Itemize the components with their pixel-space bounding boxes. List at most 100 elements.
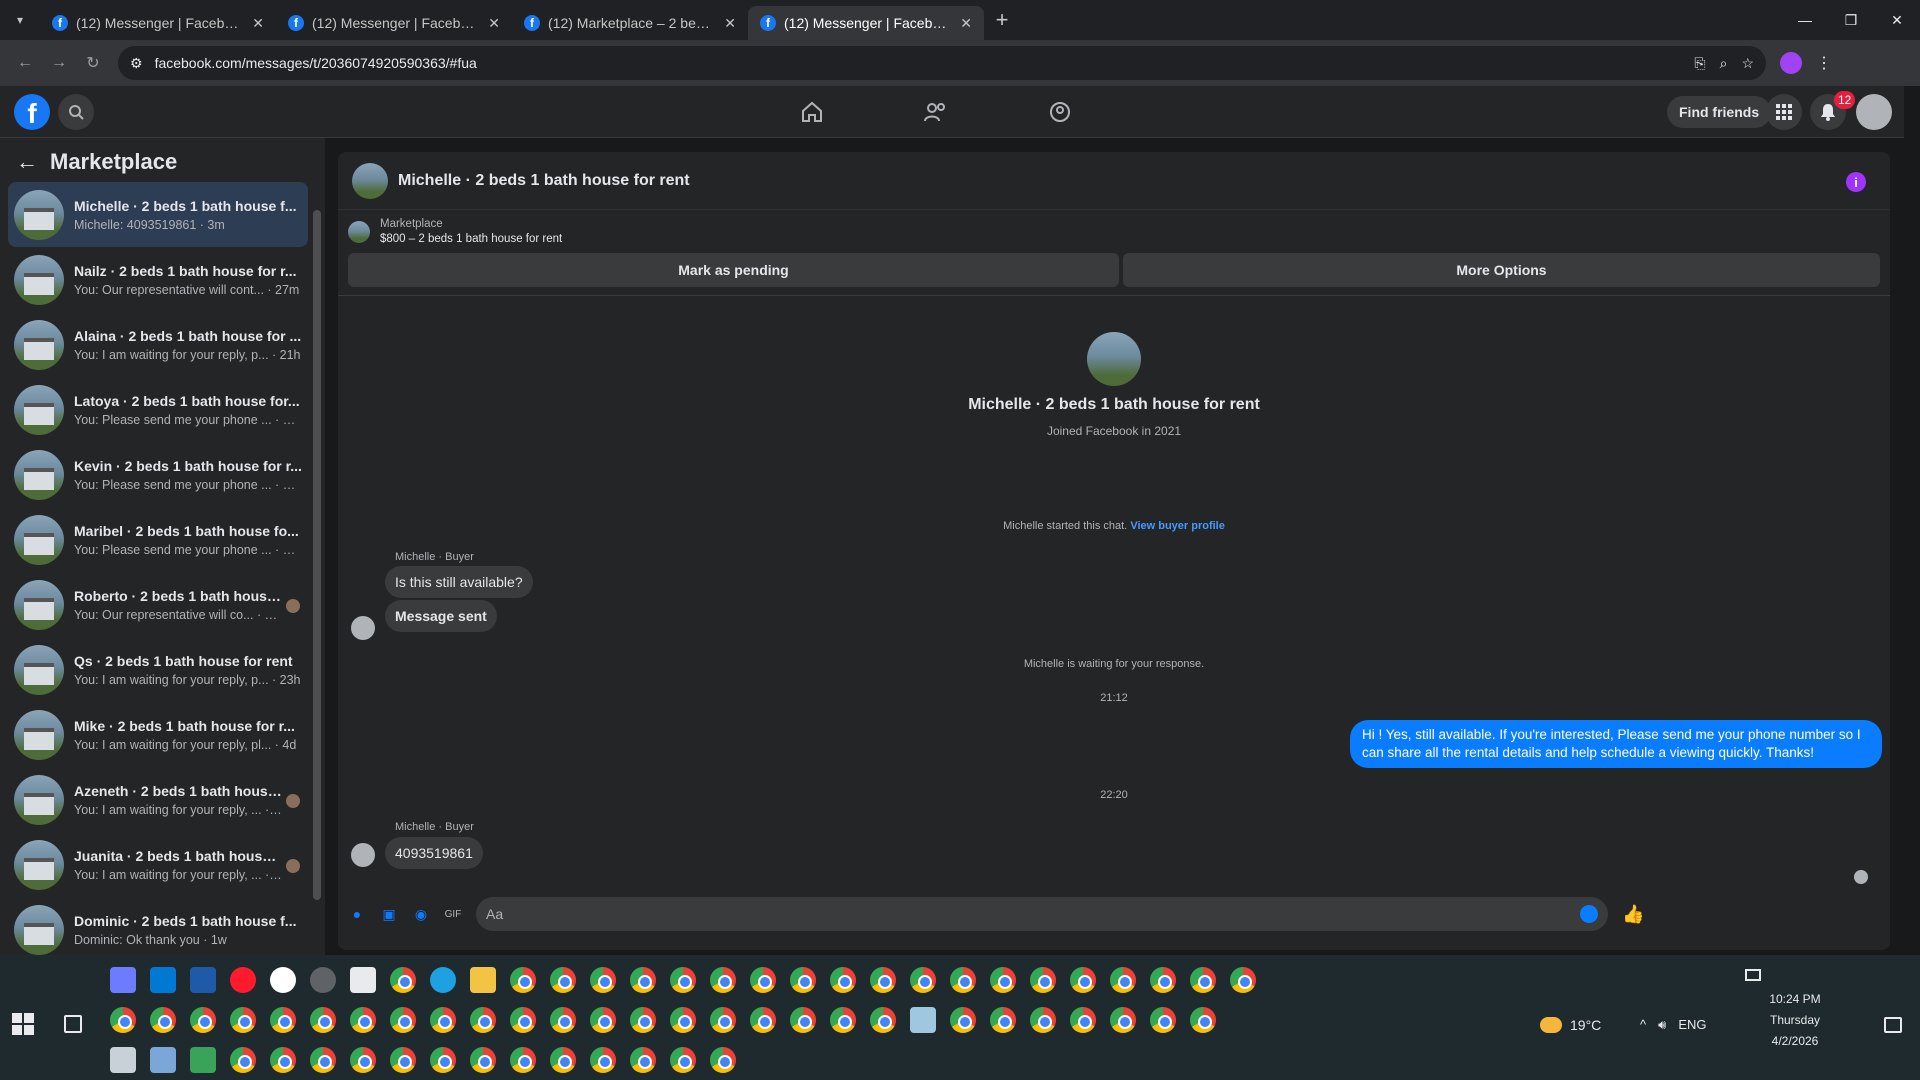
chrome-icon[interactable]	[1190, 967, 1216, 993]
browser-menu-icon[interactable]: ⋮	[1816, 53, 1832, 73]
message-input[interactable]: Aa	[476, 897, 1608, 931]
page-scrollbar[interactable]	[1904, 86, 1920, 955]
close-window-icon[interactable]: ✕	[1874, 0, 1920, 40]
reload-icon[interactable]: ↻	[76, 46, 110, 80]
sticker-icon[interactable]: ◉	[412, 905, 430, 923]
store-icon[interactable]	[150, 967, 176, 993]
chrome-icon[interactable]	[950, 1007, 976, 1033]
emoji-icon[interactable]	[1580, 905, 1598, 923]
conversation-item[interactable]: Maribel · 2 beds 1 bath house fo... You: …	[8, 507, 308, 572]
weather-widget[interactable]: 19°C	[1540, 1017, 1601, 1033]
account-avatar[interactable]	[1856, 94, 1892, 130]
chrome-icon[interactable]	[710, 967, 736, 993]
conversation-item[interactable]: Roberto · 2 beds 1 bath house... You: Our…	[8, 572, 308, 637]
restore-icon[interactable]: ❐	[1828, 0, 1874, 40]
chrome-icon[interactable]	[790, 967, 816, 993]
chrome-icon[interactable]	[1110, 967, 1136, 993]
url-text[interactable]: facebook.com/messages/t/2036074920590363…	[155, 55, 1683, 71]
chrome-icon[interactable]	[350, 1047, 376, 1073]
task-view-icon[interactable]	[64, 1015, 82, 1033]
chrome-icon[interactable]	[590, 967, 616, 993]
chrome-icon[interactable]	[390, 967, 416, 993]
chrome-icon[interactable]	[390, 1047, 416, 1073]
search-icon[interactable]	[58, 94, 94, 130]
conversation-item[interactable]: Mike · 2 beds 1 bath house for r... You: …	[8, 702, 308, 767]
mark-as-pending-button[interactable]: Mark as pending	[348, 253, 1119, 287]
view-buyer-profile-link[interactable]: View buyer profile	[1130, 520, 1225, 532]
tab-search-chevron-icon[interactable]: ▾	[0, 0, 40, 40]
security-icon[interactable]	[350, 967, 376, 993]
more-options-button[interactable]: More Options	[1123, 253, 1880, 287]
chrome-icon[interactable]	[350, 1007, 376, 1033]
home-icon[interactable]	[780, 86, 844, 138]
url-bar[interactable]: ⚙ facebook.com/messages/t/20360749205903…	[118, 46, 1766, 80]
chrome-icon[interactable]	[870, 967, 896, 993]
conversation-item[interactable]: Azeneth · 2 beds 1 bath house... You: I a…	[8, 767, 308, 832]
browser-tab[interactable]: f (12) Marketplace – 2 beds 1 bath ✕	[512, 6, 748, 40]
chrome-icon[interactable]	[630, 1047, 656, 1073]
info-icon[interactable]: i	[1846, 172, 1866, 192]
chrome-icon[interactable]	[550, 1007, 576, 1033]
chrome-icon[interactable]	[470, 1007, 496, 1033]
chrome-icon[interactable]	[110, 1007, 136, 1033]
browser-tab[interactable]: f (12) Messenger | Facebook ✕	[40, 6, 276, 40]
speaker-icon[interactable]: 🔊︎	[1658, 1017, 1666, 1033]
chrome-icon[interactable]	[590, 1007, 616, 1033]
chrome-icon[interactable]	[670, 967, 696, 993]
chrome-icon[interactable]	[230, 1007, 256, 1033]
close-icon[interactable]: ✕	[252, 15, 264, 32]
chrome-icon[interactable]	[1230, 967, 1256, 993]
bookmark-star-icon[interactable]: ☆	[1741, 55, 1754, 72]
back-arrow-icon[interactable]: ←	[8, 46, 42, 80]
notepad-icon[interactable]	[190, 1047, 216, 1073]
profile-avatar[interactable]	[1087, 332, 1141, 386]
chevron-up-icon[interactable]: ^	[1640, 1017, 1646, 1033]
chrome-icon[interactable]	[990, 967, 1016, 993]
chrome-icon[interactable]	[910, 967, 936, 993]
chrome-icon[interactable]	[550, 967, 576, 993]
microphone-icon[interactable]: ●	[348, 905, 366, 923]
language-indicator[interactable]: ENG	[1678, 1017, 1706, 1033]
chrome-icon[interactable]	[510, 967, 536, 993]
file-explorer-icon[interactable]	[470, 967, 496, 993]
chrome-icon[interactable]	[750, 1007, 776, 1033]
listing-summary[interactable]: Marketplace $800 – 2 beds 1 bath house f…	[338, 210, 1890, 249]
sidebar-scrollbar[interactable]	[313, 196, 321, 900]
chrome-icon[interactable]	[950, 967, 976, 993]
chrome-icon[interactable]	[190, 1007, 216, 1033]
settings-icon[interactable]	[310, 967, 336, 993]
chrome-icon[interactable]	[470, 1047, 496, 1073]
menu-grid-icon[interactable]	[1766, 94, 1802, 130]
friends-icon[interactable]	[904, 86, 968, 138]
conversation-item[interactable]: Alaina · 2 beds 1 bath house for ... You:…	[8, 312, 308, 377]
chrome-icon[interactable]	[670, 1007, 696, 1033]
conversation-item[interactable]: Nailz · 2 beds 1 bath house for r... You:…	[8, 247, 308, 312]
close-icon[interactable]: ✕	[724, 15, 736, 32]
chat-avatar[interactable]	[352, 162, 388, 199]
chrome-icon[interactable]	[230, 1047, 256, 1073]
clock[interactable]: 10:24 PM Thursday 4/2/2026	[1755, 989, 1835, 1052]
chrome-icon[interactable]	[590, 1047, 616, 1073]
profile-avatar-icon[interactable]	[1780, 52, 1802, 74]
chrome-icon[interactable]	[310, 1047, 336, 1073]
scrollbar-thumb[interactable]	[313, 210, 321, 900]
site-info-icon[interactable]: ⚙	[130, 55, 143, 72]
chrome-icon[interactable]	[430, 1047, 456, 1073]
chrome-icon[interactable]	[870, 1007, 896, 1033]
minimize-icon[interactable]: —	[1782, 0, 1828, 40]
chrome-icon[interactable]	[510, 1007, 536, 1033]
chrome-icon[interactable]	[270, 1047, 296, 1073]
app-icon[interactable]	[190, 967, 216, 993]
close-icon[interactable]: ✕	[960, 15, 972, 32]
browser-tab-active[interactable]: f (12) Messenger | Facebook ✕	[748, 6, 984, 40]
chrome-icon[interactable]	[390, 1007, 416, 1033]
chrome-icon[interactable]	[1070, 967, 1096, 993]
conversation-item[interactable]: Dominic · 2 beds 1 bath house f... Domini…	[8, 897, 308, 962]
browser-tab[interactable]: f (12) Messenger | Facebook ✕	[276, 6, 512, 40]
sender-avatar[interactable]	[351, 616, 375, 640]
chrome-icon[interactable]	[1150, 967, 1176, 993]
close-icon[interactable]: ✕	[488, 15, 500, 32]
sender-avatar[interactable]	[351, 843, 375, 867]
copilot-icon[interactable]	[110, 967, 136, 993]
zoom-icon[interactable]: ⌕	[1720, 55, 1728, 72]
